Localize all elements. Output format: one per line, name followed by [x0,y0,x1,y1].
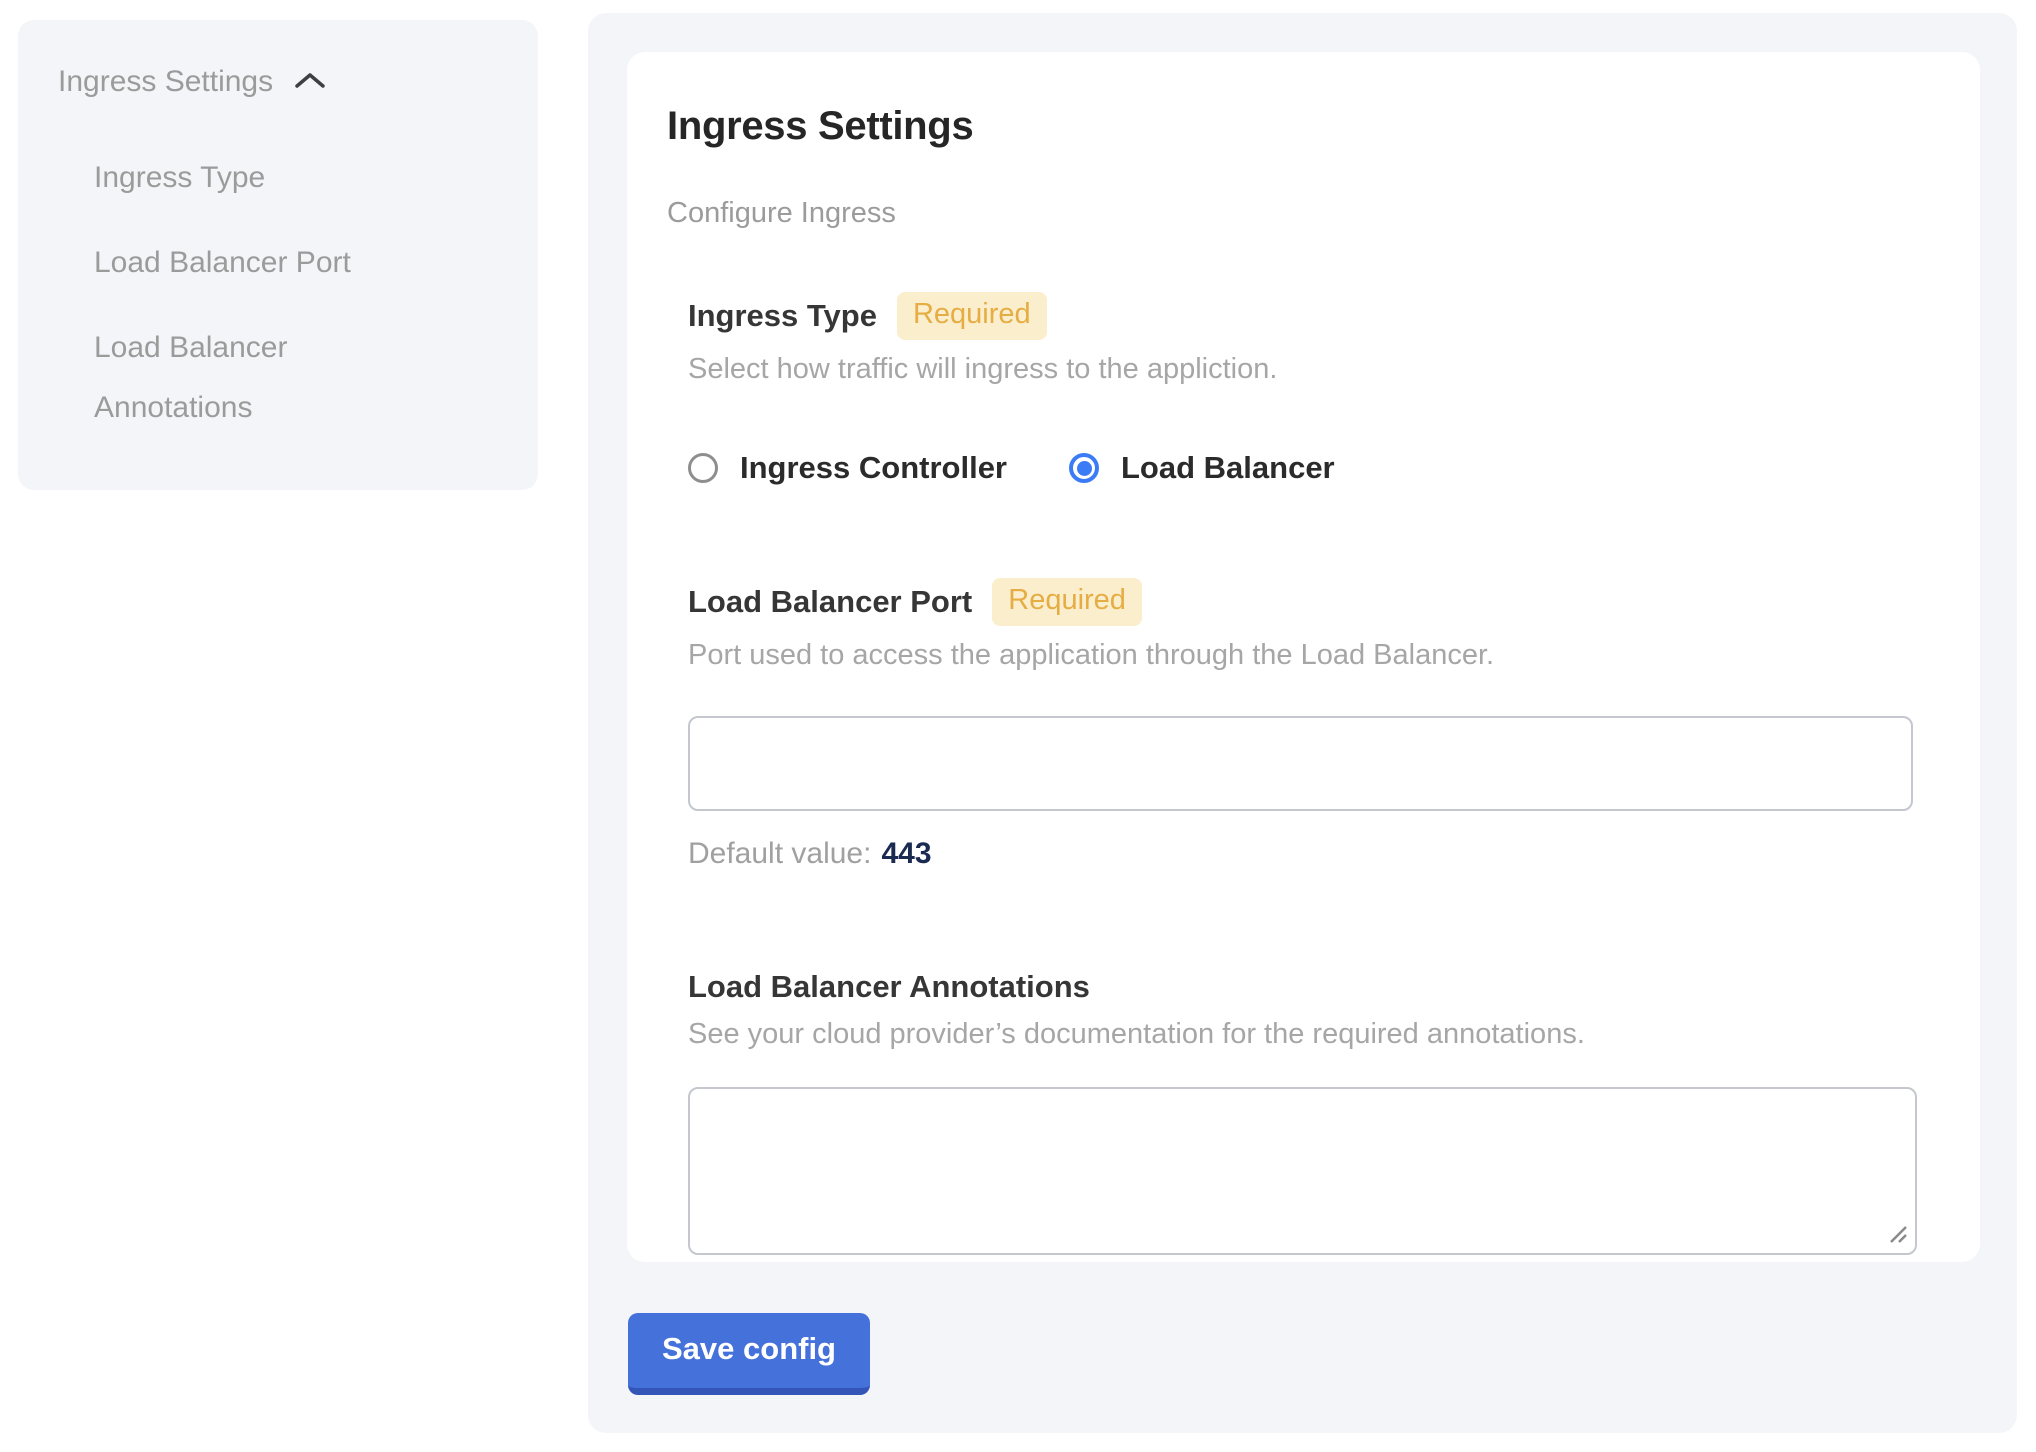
annotations-textarea-wrap [688,1087,1917,1255]
sidebar-item-ingress-type[interactable]: Ingress Type [94,148,424,208]
form-sections: Ingress Type Required Select how traffic… [688,292,1940,1255]
radio-option-load-balancer[interactable]: Load Balancer [1069,450,1335,486]
page-title: Ingress Settings [667,104,1940,149]
page-subtitle: Configure Ingress [667,197,1940,230]
required-badge: Required [897,292,1047,340]
section-label-load-balancer-annotations: Load Balancer Annotations [688,969,1090,1005]
section-load-balancer-annotations: Load Balancer Annotations See your cloud… [688,969,1940,1255]
section-load-balancer-port: Load Balancer Port Required Port used to… [688,578,1940,871]
sidebar-item-load-balancer-annotations[interactable]: Load Balancer Annotations [94,318,424,438]
section-label-ingress-type: Ingress Type [688,298,877,334]
radio-icon[interactable] [1069,453,1099,483]
settings-sidebar: Ingress Settings Ingress Type Load Balan… [18,20,538,490]
radio-icon[interactable] [688,453,718,483]
section-heading-row: Load Balancer Port Required [688,578,1940,626]
load-balancer-port-input[interactable] [688,716,1913,811]
default-value-label: Default value: [688,837,871,870]
sidebar-item-list: Ingress Type Load Balancer Port Load Bal… [58,148,424,438]
radio-option-ingress-controller[interactable]: Ingress Controller [688,450,1007,486]
section-description-ingress-type: Select how traffic will ingress to the a… [688,353,1940,386]
radio-label-load-balancer: Load Balancer [1121,450,1335,486]
load-balancer-annotations-textarea[interactable] [688,1087,1917,1255]
default-value-number: 443 [881,837,931,870]
resize-handle-icon[interactable] [1886,1222,1910,1246]
section-description-load-balancer-annotations: See your cloud provider’s documentation … [688,1018,1940,1051]
sidebar-group-ingress-settings[interactable]: Ingress Settings [58,62,498,102]
section-description-load-balancer-port: Port used to access the application thro… [688,639,1940,672]
section-heading-row: Ingress Type Required [688,292,1940,340]
sidebar-group-label: Ingress Settings [58,62,273,102]
section-heading-row: Load Balancer Annotations [688,969,1940,1005]
save-config-button[interactable]: Save config [628,1313,870,1395]
section-label-load-balancer-port: Load Balancer Port [688,584,972,620]
section-ingress-type: Ingress Type Required Select how traffic… [688,292,1940,486]
sidebar-item-load-balancer-port[interactable]: Load Balancer Port [94,233,424,293]
chevron-up-icon [293,62,327,102]
ingress-type-radio-group: Ingress Controller Load Balancer [688,450,1940,486]
required-badge: Required [992,578,1142,626]
ingress-settings-card: Ingress Settings Configure Ingress Ingre… [627,52,1980,1262]
main-panel: Ingress Settings Configure Ingress Ingre… [588,13,2017,1433]
default-value-line: Default value: 443 [688,837,1940,871]
radio-label-ingress-controller: Ingress Controller [740,450,1007,486]
